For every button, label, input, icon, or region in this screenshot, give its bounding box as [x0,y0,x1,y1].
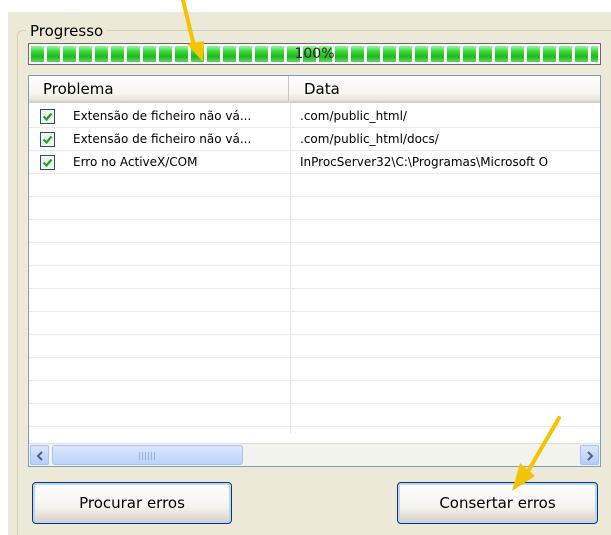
cell-problem: Extensão de ficheiro não vá... [73,132,252,146]
table-row[interactable]: Extensão de ficheiro não vá... .com/publ… [29,128,600,151]
find-errors-button[interactable]: Procurar erros [32,482,232,524]
cell-problem: Extensão de ficheiro não vá... [73,109,252,123]
scrollbar-grip [139,452,157,460]
column-header-problem[interactable]: Problema [29,76,289,101]
column-header-data[interactable]: Data [290,76,600,101]
table-row[interactable]: Erro no ActiveX/COM InProcServer32\C:\Pr… [29,151,600,174]
problems-list[interactable]: Problema Data Extensão de ficheiro não v… [28,75,601,467]
row-checkbox[interactable] [40,132,55,147]
cell-problem: Erro no ActiveX/COM [73,155,198,169]
cell-data: .com/public_html/ [300,109,407,123]
scrollbar-thumb[interactable] [52,445,243,465]
checkmark-icon [42,112,53,122]
table-row[interactable]: Extensão de ficheiro não vá... .com/publ… [29,105,600,128]
row-checkbox[interactable] [40,109,55,124]
progress-percent: 100% [294,46,335,62]
empty-row [29,381,600,404]
fix-errors-button[interactable]: Consertar erros [397,482,598,524]
cell-data: .com/public_html/docs/ [300,132,439,146]
empty-row [29,404,600,427]
group-label: Progresso [26,22,108,40]
checkmark-icon [42,135,53,145]
empty-row [29,220,600,243]
progress-bar: 100% [28,43,601,65]
empty-row [29,174,600,197]
empty-row [29,197,600,220]
empty-row [29,335,600,358]
empty-row [29,312,600,335]
stage: Progresso 100% Problema Data Extensão de… [0,0,611,535]
empty-row [29,358,600,381]
horizontal-scrollbar[interactable] [29,443,600,466]
empty-row [29,266,600,289]
scroll-left-button[interactable] [30,445,49,465]
cell-data: InProcServer32\C:\Programas\Microsoft O [300,155,549,169]
empty-row [29,243,600,266]
checkmark-icon [42,158,53,168]
list-header: Problema Data [29,76,600,103]
row-checkbox[interactable] [40,155,55,170]
scroll-right-button[interactable] [580,445,599,465]
chevron-left-icon [36,451,43,461]
empty-row [29,289,600,312]
chevron-right-icon [587,451,594,461]
